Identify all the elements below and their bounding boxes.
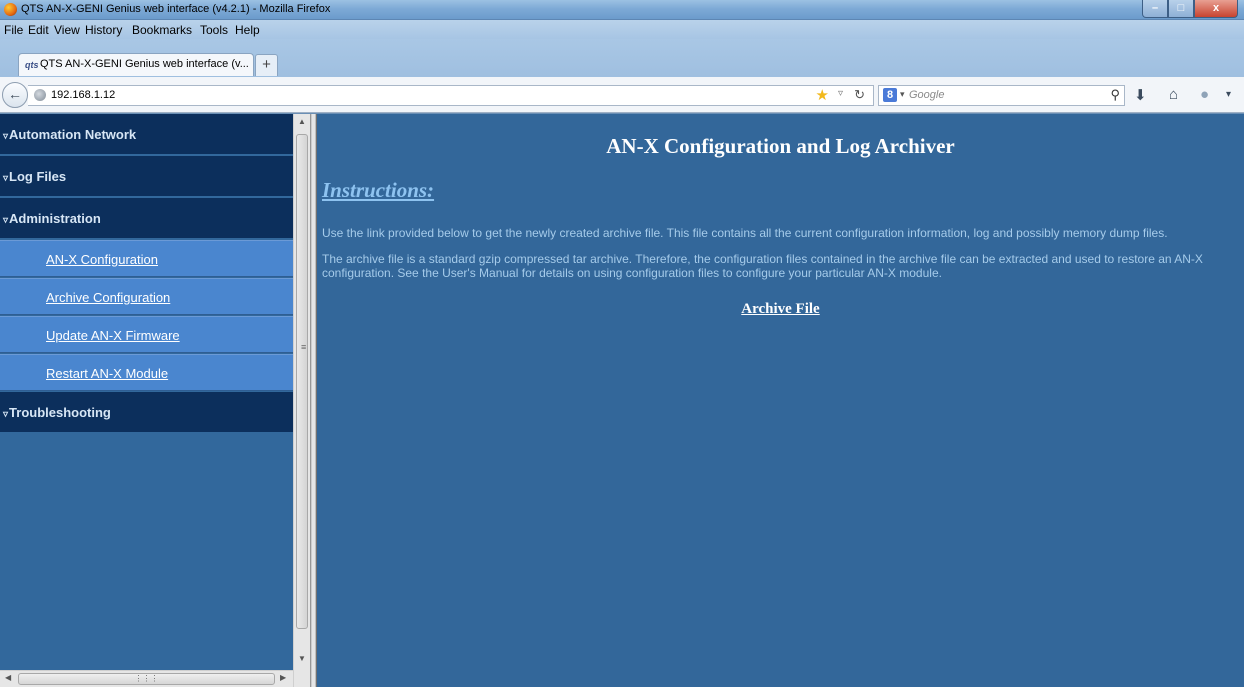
sidebar: ▿Automation Network ▿Log Files ▿Administ… bbox=[0, 114, 293, 687]
sidebar-item-anx-configuration[interactable]: AN-X Configuration bbox=[0, 240, 293, 277]
archive-file-link[interactable]: Archive File bbox=[317, 301, 1244, 318]
scroll-right-icon[interactable]: ▶ bbox=[280, 673, 286, 682]
frame-divider[interactable] bbox=[310, 114, 317, 687]
sidebar-vertical-scrollbar[interactable]: ▲ ≡ ▼ bbox=[293, 114, 310, 687]
maximize-button[interactable]: □ bbox=[1168, 0, 1194, 18]
sidebar-section-label: Administration bbox=[9, 211, 101, 226]
hscroll-thumb[interactable]: ⋮⋮⋮ bbox=[18, 673, 275, 685]
back-button[interactable]: ← bbox=[2, 82, 28, 108]
grip-icon: ≡ bbox=[301, 342, 307, 352]
sidebar-section-label: Troubleshooting bbox=[9, 405, 111, 420]
menu-bookmarks[interactable]: Bookmarks bbox=[132, 23, 192, 37]
scroll-up-icon[interactable]: ▲ bbox=[294, 114, 310, 130]
site-favicon-icon: qts bbox=[25, 60, 39, 70]
url-bar[interactable]: 192.168.1.12 ★ ▿ ↻ bbox=[28, 85, 874, 106]
instructions-paragraph-1: Use the link provided below to get the n… bbox=[322, 226, 1168, 240]
minimize-button[interactable]: – bbox=[1142, 0, 1168, 18]
menu-help[interactable]: Help bbox=[235, 23, 260, 37]
sidebar-item-label[interactable]: Restart AN-X Module bbox=[46, 366, 168, 381]
expand-triangle-icon: ▿ bbox=[3, 173, 9, 184]
navigation-bar: ← 192.168.1.12 ★ ▿ ↻ 8 ▾ Google ⚲ ⬇ ⌂ ● … bbox=[0, 77, 1244, 113]
tab-label: QTS AN-X-GENI Genius web interface (v... bbox=[40, 58, 249, 70]
search-icon[interactable]: ⚲ bbox=[1110, 87, 1120, 103]
sidebar-horizontal-scrollbar[interactable]: ◀ ⋮⋮⋮ ▶ bbox=[0, 670, 293, 687]
tab-active[interactable]: qts QTS AN-X-GENI Genius web interface (… bbox=[18, 53, 254, 76]
close-button[interactable]: x bbox=[1194, 0, 1238, 18]
sidebar-item-label[interactable]: Update AN-X Firmware bbox=[46, 328, 180, 343]
sidebar-item-label[interactable]: AN-X Configuration bbox=[46, 252, 158, 267]
search-bar[interactable]: 8 ▾ Google ⚲ bbox=[878, 85, 1125, 106]
menu-edit[interactable]: Edit bbox=[28, 23, 49, 37]
menu-view[interactable]: View bbox=[54, 23, 80, 37]
url-dropdown-icon[interactable]: ▿ bbox=[838, 88, 843, 99]
menu-bar: File Edit View History Bookmarks Tools H… bbox=[0, 20, 1244, 39]
main-content: AN-X Configuration and Log Archiver Inst… bbox=[317, 114, 1244, 687]
sidebar-section-administration[interactable]: ▿Administration bbox=[0, 198, 293, 238]
expand-triangle-icon: ▿ bbox=[3, 215, 9, 226]
sidebar-section-log-files[interactable]: ▿Log Files bbox=[0, 156, 293, 196]
download-icon[interactable]: ⬇ bbox=[1134, 86, 1147, 104]
sidebar-item-archive-configuration[interactable]: Archive Configuration bbox=[0, 278, 293, 315]
menu-tools[interactable]: Tools bbox=[200, 23, 228, 37]
expand-triangle-icon: ▿ bbox=[3, 409, 9, 420]
menu-dropdown-icon[interactable]: ▾ bbox=[1226, 89, 1231, 100]
instructions-title: Instructions: bbox=[322, 178, 435, 202]
firefox-icon bbox=[4, 3, 17, 16]
tab-bar: qts QTS AN-X-GENI Genius web interface (… bbox=[0, 39, 1244, 77]
window-titlebar: QTS AN-X-GENI Genius web interface (v4.2… bbox=[0, 0, 1244, 20]
scroll-left-icon[interactable]: ◀ bbox=[5, 673, 11, 682]
expand-triangle-icon: ▿ bbox=[3, 131, 9, 142]
page-title: AN-X Configuration and Log Archiver bbox=[606, 134, 955, 158]
globe-icon bbox=[34, 89, 46, 101]
search-engine-dropdown-icon[interactable]: ▾ bbox=[900, 89, 905, 100]
sidebar-item-label[interactable]: Archive Configuration bbox=[46, 290, 170, 305]
window-title: QTS AN-X-GENI Genius web interface (v4.2… bbox=[21, 3, 331, 15]
sidebar-item-restart-module[interactable]: Restart AN-X Module bbox=[0, 354, 293, 391]
url-text: 192.168.1.12 bbox=[51, 89, 116, 101]
new-tab-button[interactable]: + bbox=[255, 54, 278, 76]
sidebar-item-update-firmware[interactable]: Update AN-X Firmware bbox=[0, 316, 293, 353]
menu-file[interactable]: File bbox=[4, 23, 23, 37]
search-input[interactable]: Google bbox=[909, 89, 944, 101]
sidebar-section-label: Automation Network bbox=[9, 127, 137, 142]
sidebar-section-troubleshooting[interactable]: ▿Troubleshooting bbox=[0, 392, 293, 432]
scroll-down-icon[interactable]: ▼ bbox=[294, 651, 310, 667]
home-icon[interactable]: ⌂ bbox=[1169, 86, 1178, 103]
bookmark-star-icon[interactable]: ★ bbox=[816, 86, 829, 104]
menu-history[interactable]: History bbox=[85, 23, 122, 37]
reload-icon[interactable]: ↻ bbox=[854, 87, 865, 103]
sidebar-section-label: Log Files bbox=[9, 169, 67, 184]
addon-icon[interactable]: ● bbox=[1200, 86, 1209, 103]
instructions-paragraph-2: The archive file is a standard gzip comp… bbox=[322, 252, 1203, 280]
scroll-thumb[interactable]: ≡ bbox=[296, 134, 308, 629]
search-engine-icon[interactable]: 8 bbox=[883, 88, 897, 102]
sidebar-section-automation-network[interactable]: ▿Automation Network bbox=[0, 114, 293, 154]
